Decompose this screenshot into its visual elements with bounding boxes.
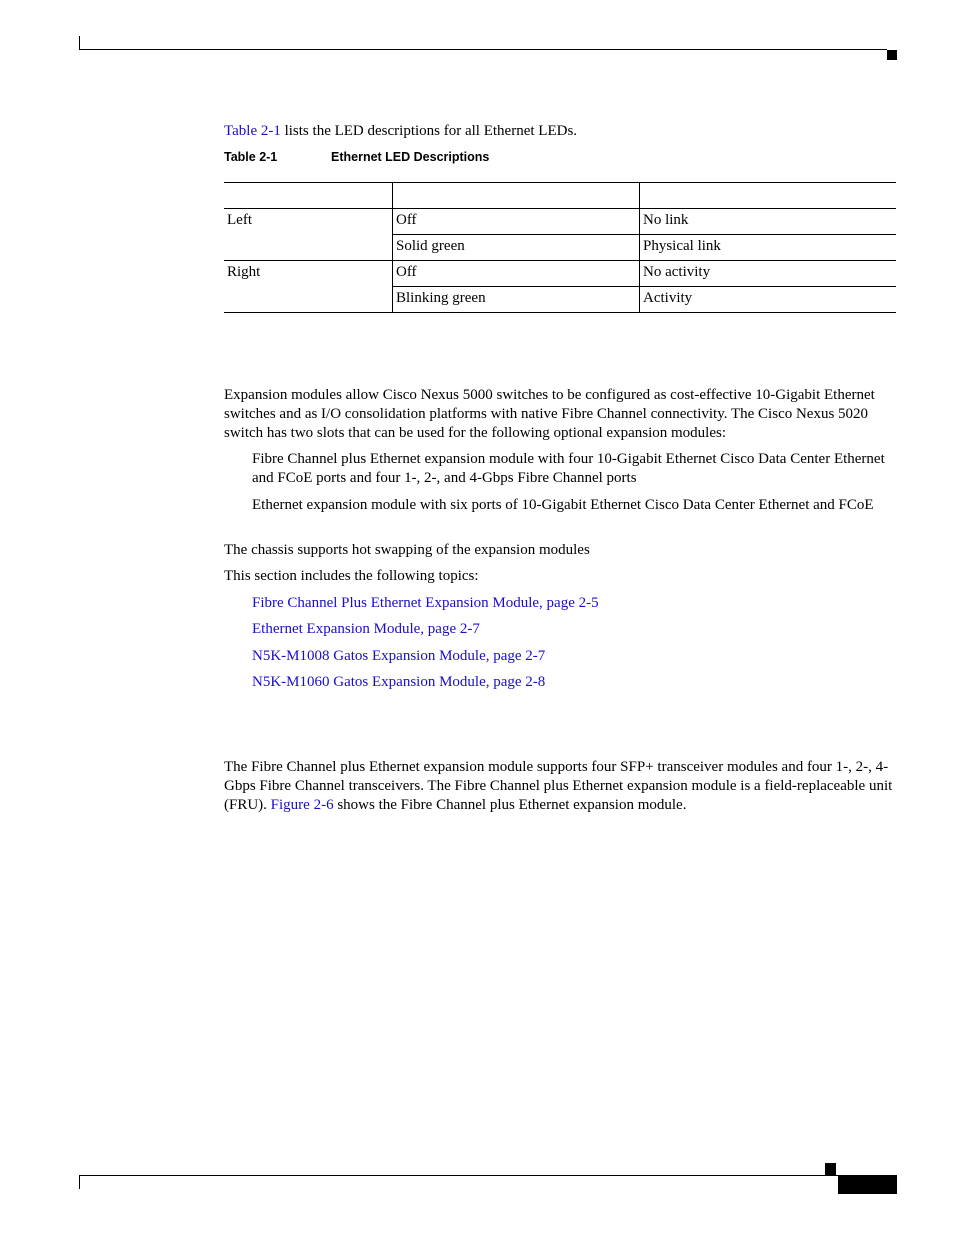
footer-marker (825, 1163, 836, 1175)
header-cell (224, 182, 393, 209)
header-rule (79, 49, 887, 50)
description-cell: No link (639, 208, 896, 235)
table-intro-text: lists the LED descriptions for all Ether… (280, 123, 578, 139)
table-header-row (224, 182, 896, 209)
status-cell: Off (392, 208, 640, 235)
figure-2-6-link[interactable]: Figure 2-6 (271, 797, 334, 813)
fc-module-text-end: shows the Fibre Channel plus Ethernet ex… (333, 797, 687, 813)
table-row: Right Off No activity (224, 260, 896, 313)
status-cell: Off (392, 260, 640, 287)
header-cell (392, 182, 640, 209)
bullet-item: Fibre Channel plus Ethernet expansion mo… (252, 451, 885, 486)
table-2-1-link[interactable]: Table 2-1 (224, 123, 281, 139)
hot-swap-text: The chassis supports hot swapping of the… (224, 542, 590, 558)
ethernet-led-table: Left Off No link Solid green Physical li… (224, 182, 896, 313)
fc-module-paragraph: The Fibre Channel plus Ethernet expansio… (224, 758, 899, 815)
header-tick (79, 36, 80, 50)
footer-rule (79, 1175, 839, 1176)
table-row: Left Off No link (224, 208, 896, 261)
description-cell: No activity (639, 260, 896, 287)
topic-link[interactable]: Ethernet Expansion Module, page 2-7 (252, 620, 480, 639)
header-marker (887, 50, 897, 60)
description-cell: Activity (639, 286, 896, 313)
topics-intro: This section includes the following topi… (224, 568, 479, 584)
status-cell: Solid green (392, 234, 640, 261)
footer-tick (79, 1175, 80, 1189)
bullet-item: Ethernet expansion module with six ports… (252, 497, 874, 513)
topic-link[interactable]: Fibre Channel Plus Ethernet Expansion Mo… (252, 594, 599, 613)
topic-link[interactable]: N5K-M1060 Gatos Expansion Module, page 2… (252, 673, 545, 692)
table-caption-number: Table 2-1 (224, 150, 278, 164)
table-caption: Table 2-1 Ethernet LED Descriptions (224, 150, 489, 164)
table-caption-title: Ethernet LED Descriptions (331, 150, 490, 164)
led-cell: Left (224, 208, 393, 261)
table-intro: Table 2-1 lists the LED descriptions for… (224, 122, 577, 141)
expansion-paragraph: Expansion modules allow Cisco Nexus 5000… (224, 387, 875, 441)
page-number-tab (838, 1175, 897, 1194)
description-cell: Physical link (639, 234, 896, 261)
header-cell (639, 182, 896, 209)
topic-link[interactable]: N5K-M1008 Gatos Expansion Module, page 2… (252, 647, 545, 666)
led-cell: Right (224, 260, 393, 313)
status-cell: Blinking green (392, 286, 640, 313)
